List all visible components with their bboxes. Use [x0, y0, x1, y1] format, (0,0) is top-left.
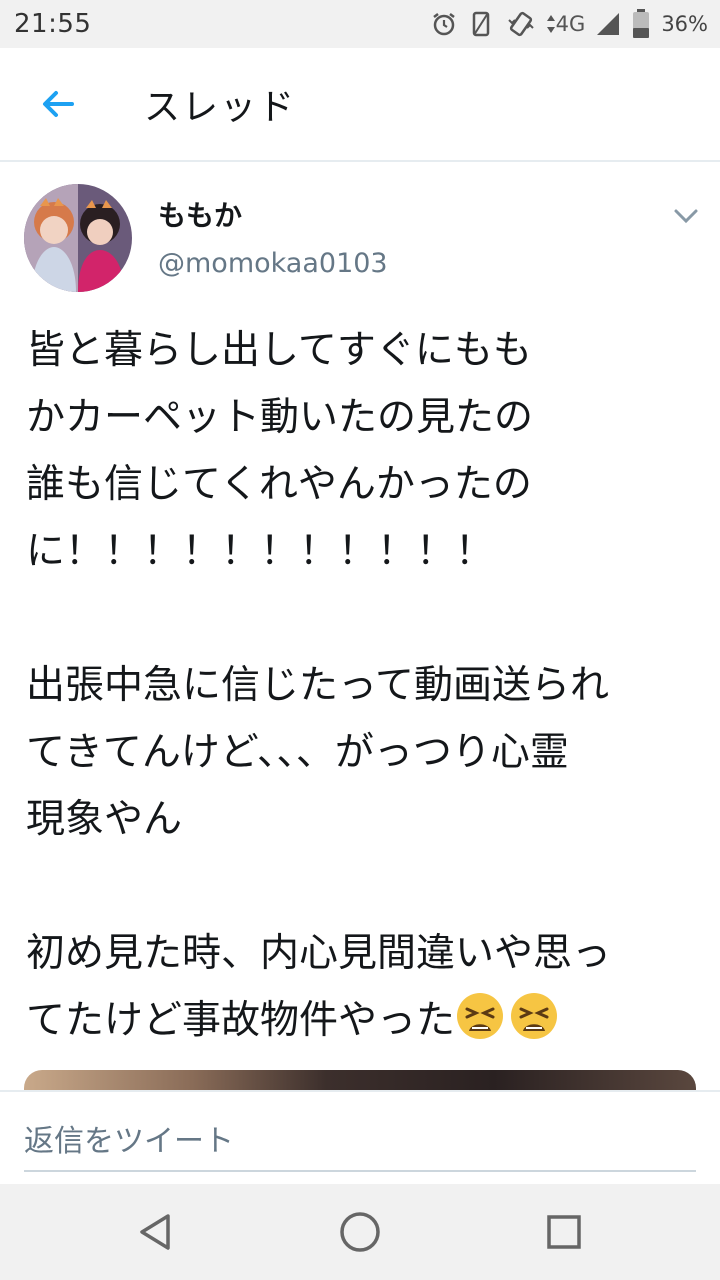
nav-home-button[interactable]	[334, 1206, 386, 1258]
system-nav-bar	[0, 1184, 720, 1280]
recents-square-icon	[547, 1215, 581, 1249]
nav-back-button[interactable]	[130, 1206, 182, 1258]
status-icons: 4G 36%	[430, 8, 708, 40]
reply-input[interactable]: 返信をツイート	[24, 1106, 696, 1172]
home-circle-icon	[340, 1212, 380, 1252]
reply-placeholder: 返信をツイート	[24, 1124, 234, 1159]
back-triangle-icon	[140, 1214, 170, 1250]
tweet-paragraph-1: 皆と暮らし出してすぐにもも かカーペット動いたの見たの 誰も信じてくれやんかった…	[26, 328, 534, 574]
status-time: 21:55	[14, 9, 92, 39]
avatar[interactable]	[24, 184, 132, 292]
page-title: スレッド	[144, 87, 297, 128]
alarm-icon	[430, 10, 458, 38]
status-bar: 21:55 4G 36%	[0, 0, 720, 48]
thread-header: スレッド	[0, 48, 720, 162]
reply-bar: 返信をツイート	[0, 1090, 720, 1186]
vibrate-icon	[468, 10, 496, 38]
display-name[interactable]: ももか	[158, 194, 242, 234]
chevron-down-icon	[674, 209, 698, 224]
tired-face-emoji	[511, 993, 558, 1039]
network-label: 4G	[555, 12, 586, 36]
tweet-menu-button[interactable]	[670, 200, 702, 232]
tweet-paragraph-2: 出張中急に信じたって動画送られ てきてんけど、、、がっつり心霊 現象やん	[26, 663, 610, 842]
battery-icon	[631, 8, 651, 40]
rotate-icon	[506, 10, 536, 38]
tweet-text: 皆と暮らし出してすぐにもも かカーペット動いたの見たの 誰も信じてくれやんかった…	[26, 317, 706, 1054]
tired-face-emoji	[457, 993, 504, 1039]
network-indicator: 4G	[546, 12, 586, 36]
nav-recents-button[interactable]	[538, 1206, 590, 1258]
back-button[interactable]	[34, 80, 82, 128]
arrow-left-icon	[43, 91, 74, 117]
battery-percent: 36%	[661, 12, 708, 36]
user-handle[interactable]: @momokaa0103	[158, 248, 388, 279]
signal-icon	[595, 11, 621, 37]
